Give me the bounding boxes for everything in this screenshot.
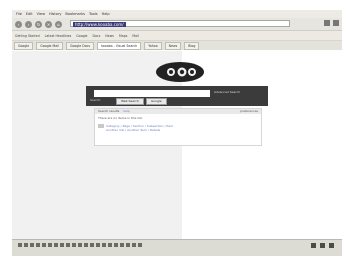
results-title: Search results (98, 109, 120, 113)
menu-view[interactable]: View (37, 12, 45, 16)
google-button[interactable]: Google (146, 98, 167, 105)
status-icon[interactable] (96, 243, 100, 247)
status-icon[interactable] (18, 243, 22, 247)
menu-bookmarks[interactable]: Bookmarks (65, 12, 85, 16)
results-preferences-link[interactable]: preferences (240, 109, 258, 114)
status-icon[interactable] (54, 243, 58, 247)
tab-bar: Google Google Mail Google Docs kooaba - … (12, 41, 342, 50)
result-link[interactable]: Another link / Another item / Details (95, 128, 261, 132)
status-icon[interactable] (24, 243, 28, 247)
settings-icon[interactable] (329, 243, 334, 248)
navigation-toolbar: ‹ › ↻ × ⌂ http://www.kooaba.com/ (12, 18, 342, 31)
status-icons (18, 243, 142, 247)
bookmark-item[interactable]: Google (76, 34, 87, 38)
status-bar (12, 239, 342, 256)
status-icon[interactable] (90, 243, 94, 247)
results-box: Search results help preferences There ar… (94, 108, 262, 146)
tab[interactable]: Google Mail (36, 41, 63, 50)
status-right-icons (311, 243, 334, 248)
status-icon[interactable] (48, 243, 52, 247)
status-icon[interactable] (132, 243, 136, 247)
bookmark-item[interactable]: News (105, 34, 114, 38)
advanced-search-link[interactable]: Advanced Search (214, 90, 240, 94)
status-icon[interactable] (138, 243, 142, 247)
home-icon[interactable]: ⌂ (55, 20, 62, 28)
search-engine-icon[interactable] (333, 20, 339, 26)
status-icon[interactable] (108, 243, 112, 247)
bookmark-item[interactable]: Mail (132, 34, 138, 38)
menu-help[interactable]: Help (102, 12, 110, 16)
grid-icon[interactable] (311, 243, 316, 248)
menu-tools[interactable]: Tools (89, 12, 98, 16)
status-icon[interactable] (78, 243, 82, 247)
bookmark-item[interactable]: Maps (119, 34, 127, 38)
status-icon[interactable] (60, 243, 64, 247)
reload-icon[interactable]: ↻ (35, 20, 42, 28)
bookmark-item[interactable]: Getting Started (15, 34, 40, 38)
menu-bar: File Edit View History Bookmarks Tools H… (12, 10, 342, 18)
status-icon[interactable] (66, 243, 70, 247)
forward-icon[interactable]: › (25, 20, 32, 28)
logo-graphic (156, 62, 204, 82)
kooaba-logo[interactable] (155, 61, 205, 83)
stop-icon[interactable]: × (45, 20, 52, 28)
status-icon[interactable] (126, 243, 130, 247)
results-empty-text: There are no items in this list. (98, 116, 143, 120)
back-icon[interactable]: ‹ (15, 20, 22, 28)
search-prefix-label: Search: (90, 98, 102, 102)
results-help-link[interactable]: help (123, 109, 130, 113)
status-icon[interactable] (120, 243, 124, 247)
url-bar[interactable]: http://www.kooaba.com/ (70, 20, 290, 27)
status-icon[interactable] (36, 243, 40, 247)
tab[interactable]: Blog (184, 41, 200, 50)
tab-active[interactable]: kooaba - Visual Search (97, 41, 142, 50)
page-content: Advanced Search Search: Web Search Googl… (12, 51, 342, 239)
search-panel: Advanced Search Search: Web Search Googl… (86, 86, 268, 106)
result-thumbnail-icon (98, 124, 104, 128)
url-text: http://www.kooaba.com/ (73, 22, 126, 27)
web-search-button[interactable]: Web Search (116, 98, 144, 105)
status-icon[interactable] (84, 243, 88, 247)
tab[interactable]: News (164, 41, 182, 50)
tab[interactable]: Yahoo (144, 41, 162, 50)
search-input[interactable] (94, 90, 210, 97)
status-icon[interactable] (102, 243, 106, 247)
results-header: Search results help preferences (95, 109, 261, 114)
bookmark-item[interactable]: Latest Headlines (45, 34, 72, 38)
status-icon[interactable] (114, 243, 118, 247)
menu-edit[interactable]: Edit (26, 12, 33, 16)
bookmark-item[interactable]: Docs (93, 34, 101, 38)
status-icon[interactable] (42, 243, 46, 247)
go-icon[interactable] (324, 20, 330, 26)
result-link-text: Another link / Another item / Details (106, 128, 161, 132)
menu-file[interactable]: File (16, 12, 22, 16)
browser-window: File Edit View History Bookmarks Tools H… (12, 10, 342, 256)
tab[interactable]: Google (14, 41, 34, 50)
menu-history[interactable]: History (49, 12, 61, 16)
tab[interactable]: Google Docs (65, 41, 95, 50)
status-icon[interactable] (72, 243, 76, 247)
page-icon[interactable] (320, 243, 325, 248)
toolbar-right (324, 20, 339, 26)
bookmarks-bar: Getting Started Latest Headlines Google … (12, 31, 342, 41)
status-icon[interactable] (30, 243, 34, 247)
